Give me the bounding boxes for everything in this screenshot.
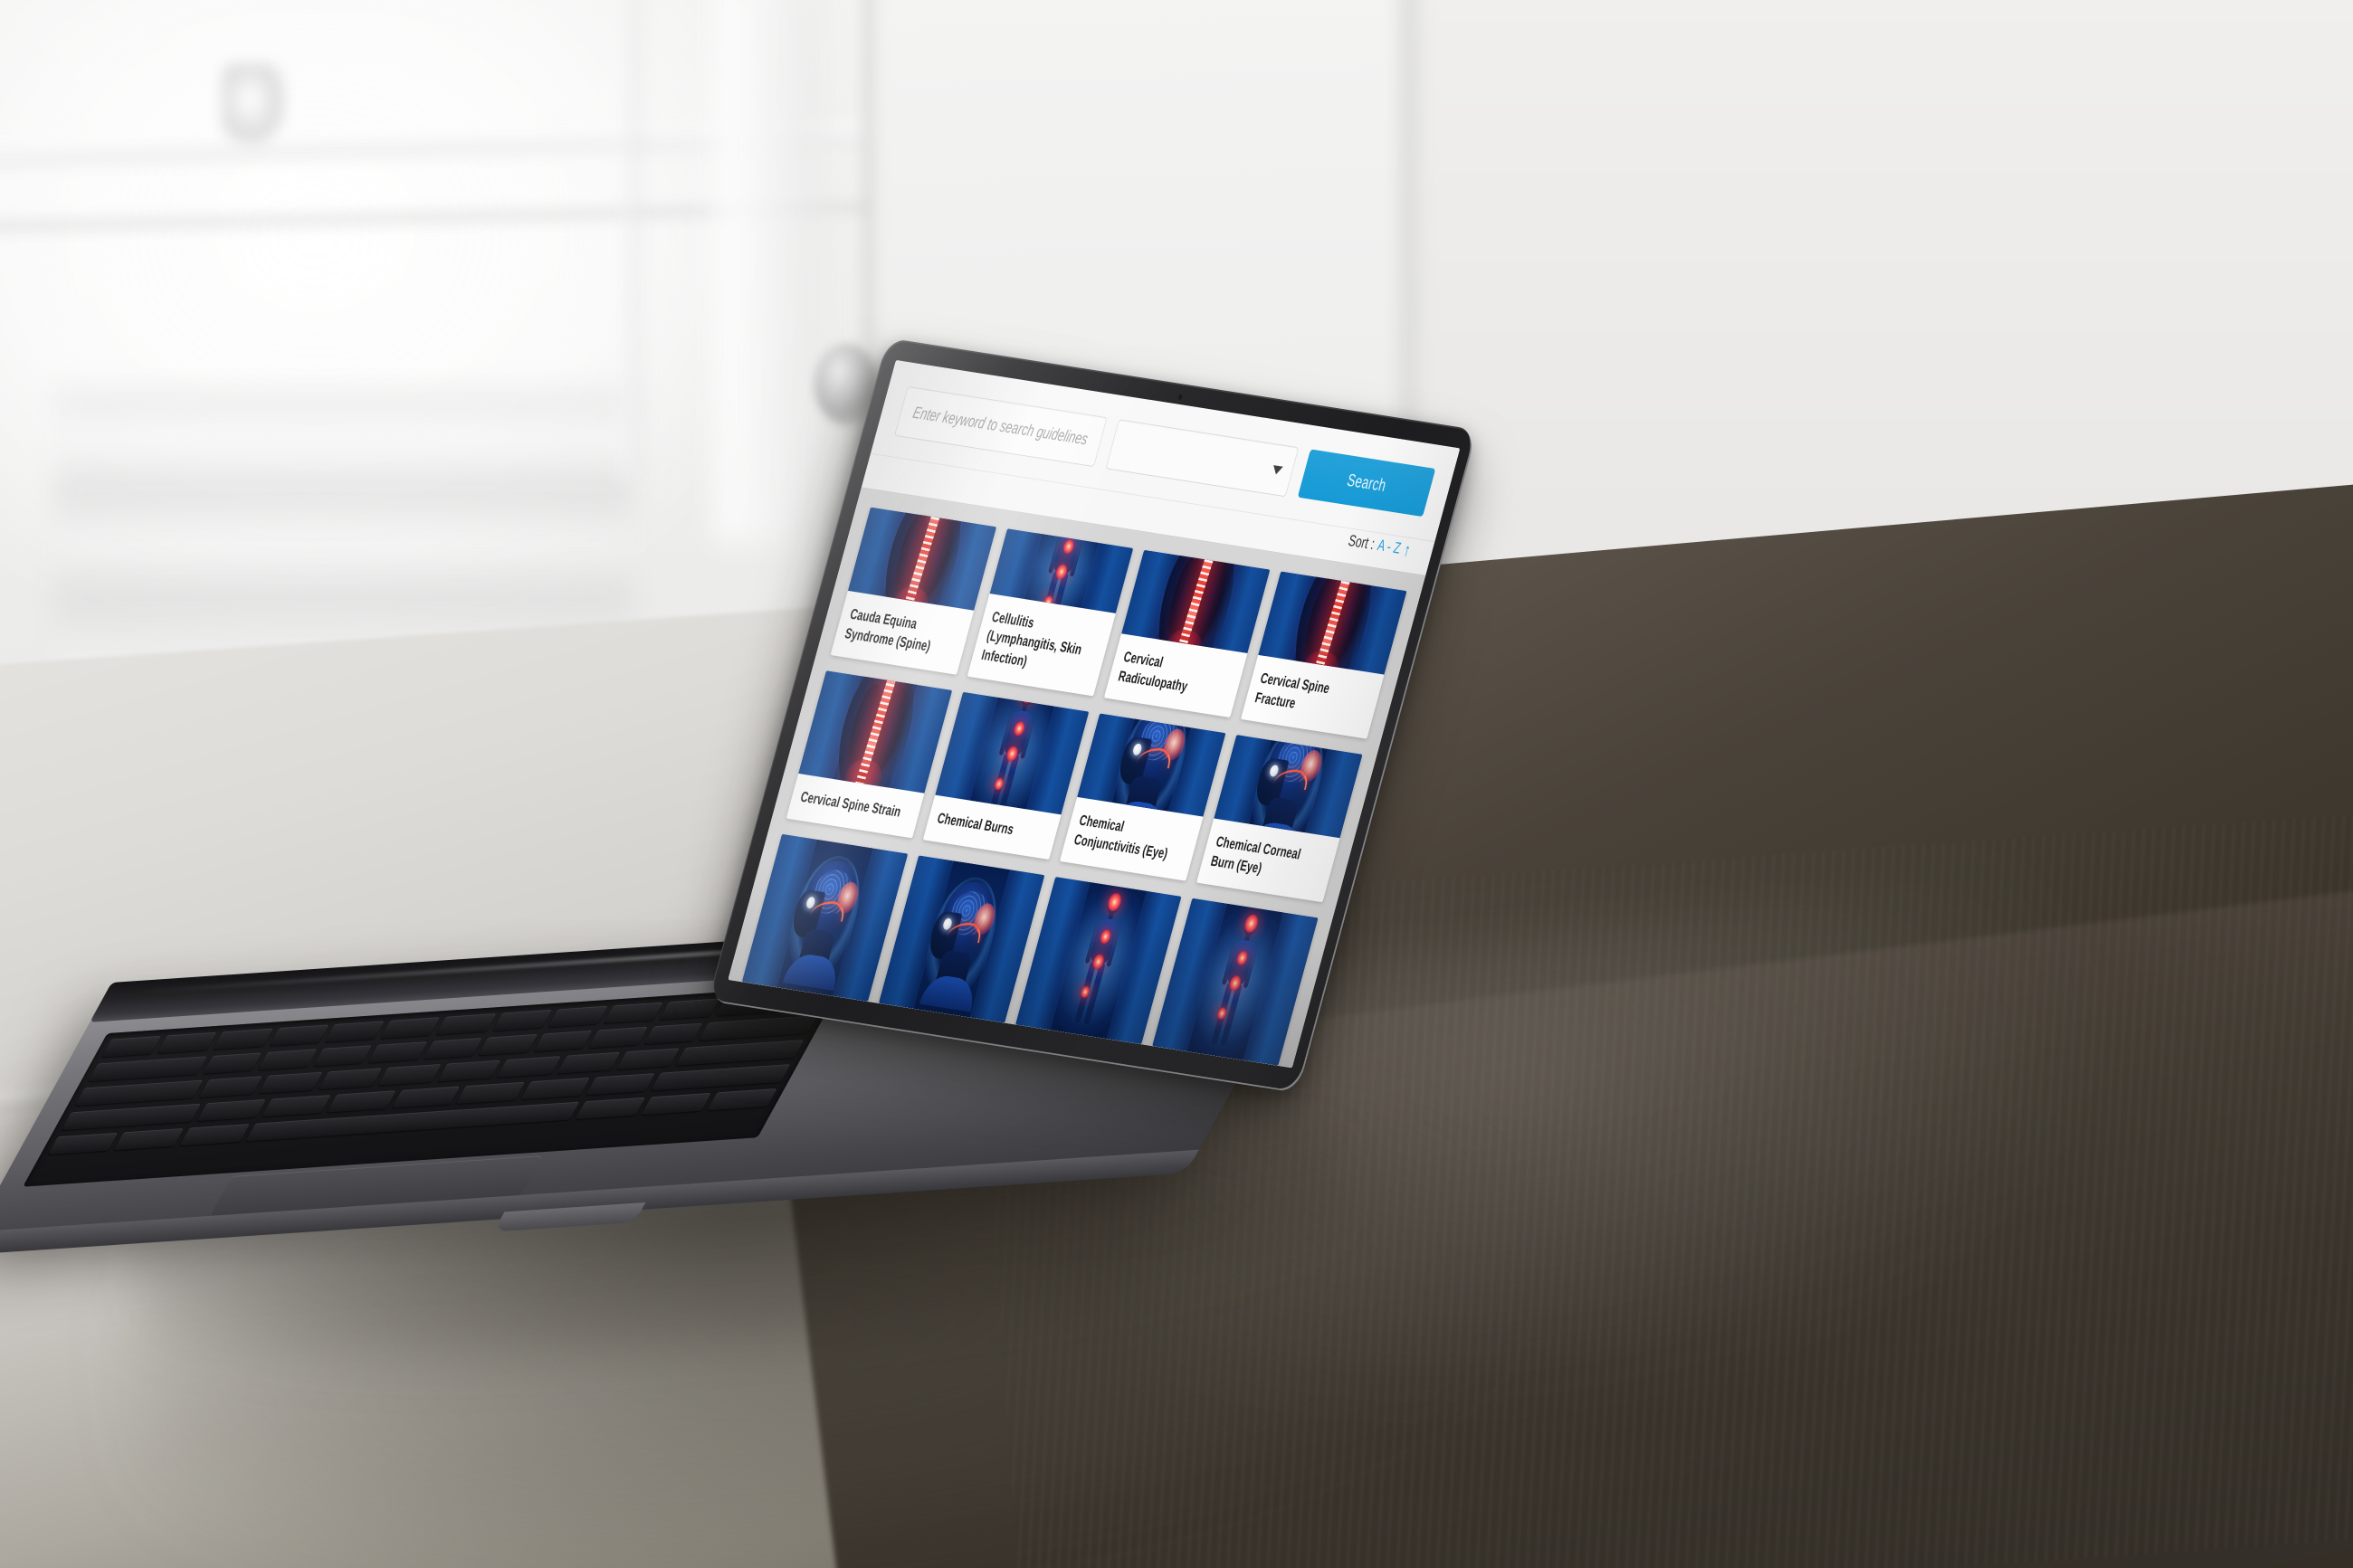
key <box>435 1012 497 1035</box>
key <box>367 1041 428 1063</box>
key <box>196 1098 266 1122</box>
key <box>491 1009 552 1031</box>
key <box>576 1097 646 1120</box>
guideline-card-image <box>935 691 1090 815</box>
key <box>47 1132 119 1155</box>
guideline-card[interactable]: Cauda Equina Syndrome (Spine) <box>830 507 997 675</box>
head-figure <box>775 851 875 991</box>
key <box>113 1127 184 1151</box>
key <box>615 1048 681 1070</box>
key <box>258 1071 323 1094</box>
key <box>74 1079 204 1107</box>
key <box>377 1063 442 1086</box>
key <box>456 1081 526 1104</box>
guideline-card-image <box>741 833 909 1002</box>
figure-neck <box>1070 528 1077 530</box>
key <box>707 1088 777 1111</box>
hotspot-leg <box>1215 1005 1228 1021</box>
key <box>520 1077 591 1100</box>
guideline-card[interactable] <box>1015 876 1182 1045</box>
key <box>198 1076 263 1098</box>
sort-direction-label[interactable]: A - Z <box>1376 537 1403 558</box>
hotspot-head <box>1242 912 1261 934</box>
guideline-card[interactable] <box>1152 898 1319 1066</box>
hotspot-leg <box>993 777 1005 792</box>
key <box>101 1035 162 1058</box>
key <box>380 1017 441 1039</box>
arrow-up-icon[interactable]: ↑ <box>1401 539 1413 560</box>
key <box>326 1090 396 1113</box>
key <box>157 1031 218 1054</box>
head-figure <box>1101 713 1202 817</box>
key <box>88 1056 207 1082</box>
macbook-pro-laptop: MacBook Pro Enter keyword to search guid… <box>0 0 2353 1568</box>
search-input[interactable]: Enter keyword to search guidelines <box>894 385 1108 468</box>
guideline-card[interactable]: Cervical Spine Strain <box>786 670 953 839</box>
key <box>318 1068 383 1090</box>
key <box>641 1092 712 1116</box>
web-page: Enter keyword to search guidelines Searc… <box>728 360 1461 1069</box>
guideline-card[interactable]: Chemical Corneal Burn (Eye) <box>1196 735 1363 903</box>
key <box>659 998 719 1021</box>
key <box>202 1052 262 1074</box>
key <box>650 1063 791 1091</box>
guideline-card[interactable]: Chemical Conjunctivitis (Eye) <box>1059 713 1226 881</box>
key <box>423 1037 483 1060</box>
key <box>603 1002 664 1024</box>
guideline-card[interactable]: Chemical Burns <box>922 691 1090 860</box>
key <box>312 1045 373 1067</box>
key <box>268 1024 329 1047</box>
key <box>437 1060 501 1082</box>
key <box>61 1103 202 1131</box>
screen: Enter keyword to search guidelines Searc… <box>728 360 1461 1069</box>
key <box>391 1086 461 1108</box>
key <box>324 1021 386 1042</box>
guideline-card-image <box>878 855 1045 1023</box>
sort-label: Sort : <box>1346 532 1377 554</box>
sort-control[interactable]: Sort : A - Z ↑ <box>1346 532 1414 560</box>
key <box>533 1030 593 1052</box>
laptop-lid: Enter keyword to search guidelines Searc… <box>708 337 1478 1094</box>
key <box>588 1026 648 1049</box>
key <box>643 1022 703 1045</box>
guideline-card-image <box>1015 876 1182 1045</box>
key <box>496 1056 561 1079</box>
key <box>179 1124 250 1146</box>
search-button[interactable]: Search <box>1297 449 1436 518</box>
guideline-card-image <box>798 670 953 794</box>
head-figure <box>911 872 1012 1012</box>
key <box>257 1049 318 1070</box>
chevron-down-icon <box>1271 464 1283 475</box>
key <box>586 1073 655 1096</box>
guideline-card-image <box>1152 898 1319 1066</box>
guideline-card[interactable]: Cervical Radiculopathy <box>1103 549 1271 718</box>
guideline-card[interactable]: Cellulitis (Lymphangitis, Skin Infection… <box>967 528 1134 697</box>
guideline-card[interactable]: Cervical Spine Fracture <box>1240 571 1407 739</box>
key <box>213 1028 273 1050</box>
head-figure <box>1238 735 1338 839</box>
guideline-card[interactable] <box>741 833 909 1002</box>
key <box>556 1051 621 1074</box>
key <box>675 1040 805 1066</box>
key <box>478 1033 538 1056</box>
category-select[interactable] <box>1105 419 1300 498</box>
hotspot-leg <box>1079 984 1091 999</box>
key <box>548 1005 608 1028</box>
key <box>262 1095 331 1117</box>
hotspot-head <box>1105 891 1124 912</box>
key <box>699 1015 818 1041</box>
guideline-card[interactable] <box>878 855 1045 1023</box>
screen-bezel: Enter keyword to search guidelines Searc… <box>728 360 1461 1069</box>
photo-scene: MacBook Pro Enter keyword to search guid… <box>0 0 2353 1568</box>
